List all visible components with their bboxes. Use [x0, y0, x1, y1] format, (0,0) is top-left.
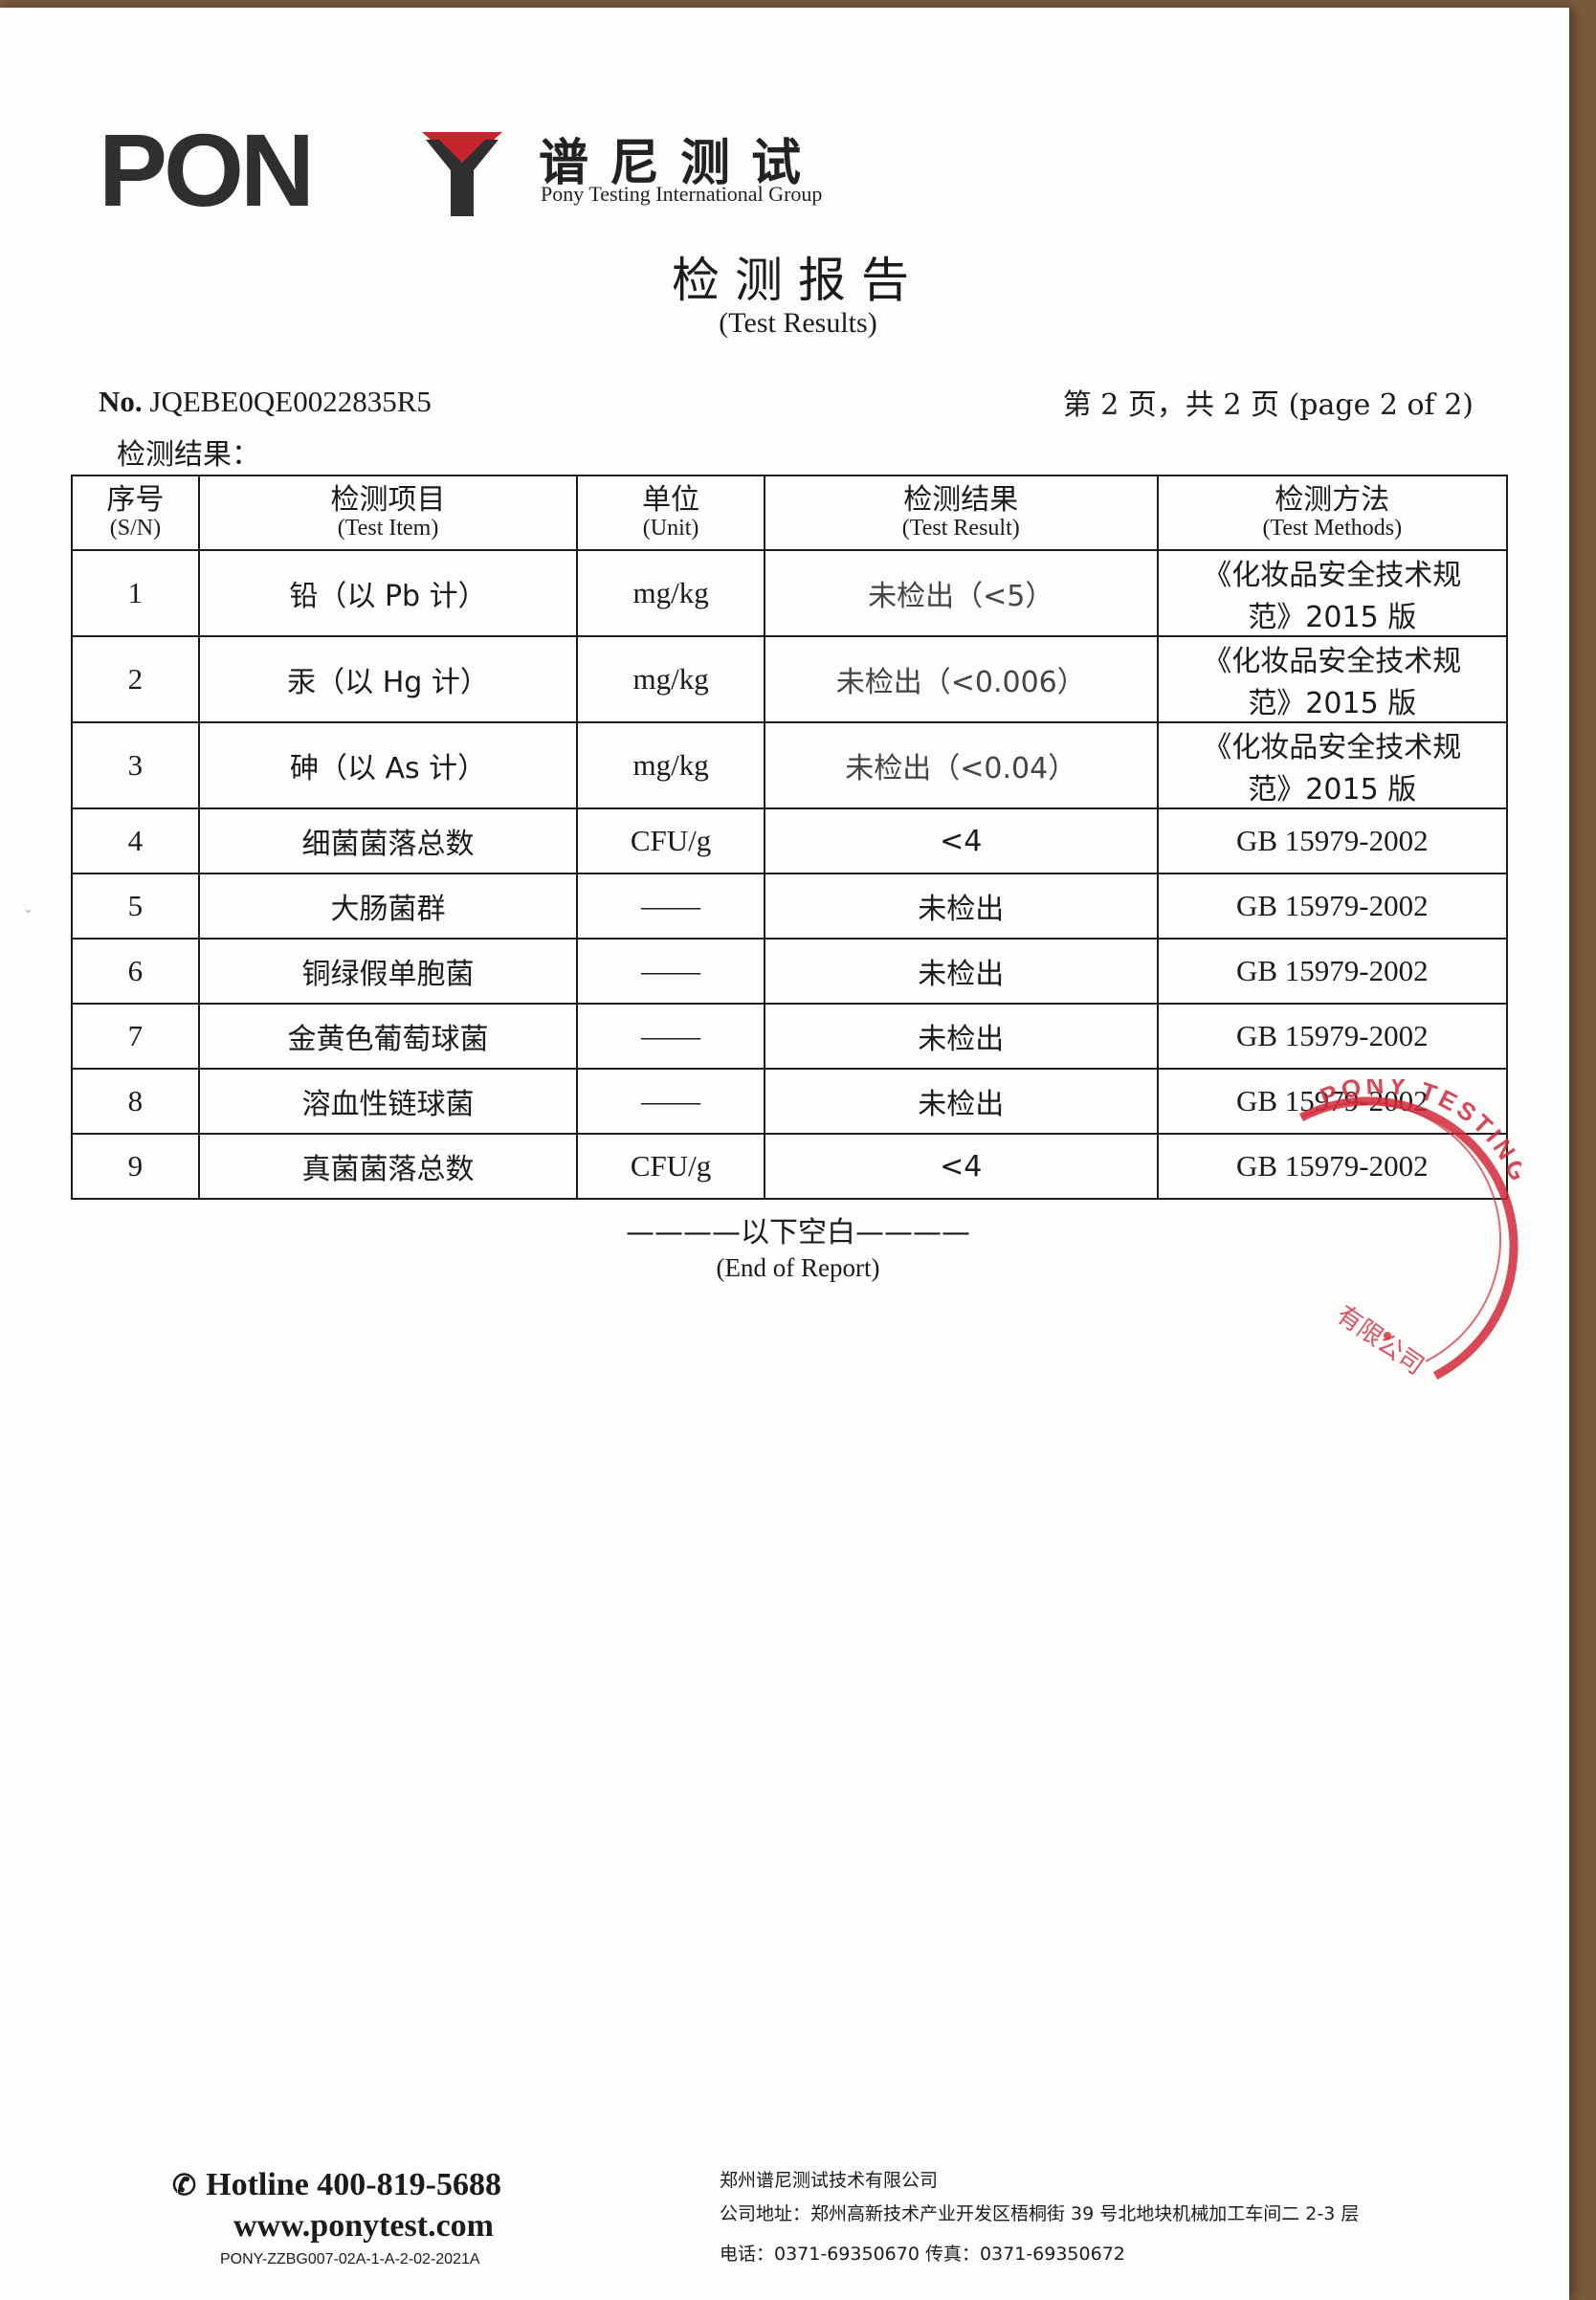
- cell-sn: 6: [71, 938, 200, 1005]
- cell-item: 铜绿假单胞菌: [197, 938, 579, 1005]
- phone-icon: ✆: [172, 2170, 197, 2201]
- company-address: 公司地址：郑州高新技术产业开发区梧桐街 39 号北地块机械加工车间二 2-3 层: [720, 2203, 1360, 2224]
- hotline-text: Hotline 400-819-5688: [206, 2167, 501, 2202]
- table-row: 1 铅（以 Pb 计） mg/kg 未检出（<5） 《化妆品安全技术规 范》201…: [71, 549, 1509, 637]
- table-row: 3 砷（以 As 计） mg/kg 未检出（<0.04） 《化妆品安全技术规 范》…: [71, 721, 1509, 809]
- cell-result: <4: [763, 807, 1159, 874]
- report-number-label: No.: [99, 385, 143, 418]
- cell-unit: CFU/g: [576, 807, 765, 874]
- report-number: No. JQEBE0QE0022835R5: [99, 385, 432, 419]
- cell-sn: 5: [71, 873, 200, 940]
- cell-method: 《化妆品安全技术规 范》2015 版: [1156, 635, 1509, 723]
- form-code: PONY-ZZBG007-02A-1-A-2-02-2021A: [220, 2251, 480, 2267]
- section-label: 检测结果：: [117, 438, 260, 472]
- cell-item: 溶血性链球菌: [197, 1068, 579, 1135]
- cell-result: <4: [763, 1133, 1159, 1200]
- logo-wordmark: PON: [99, 112, 315, 228]
- company-name: 郑州谱尼测试技术有限公司: [720, 2170, 939, 2191]
- logo-english-name: Pony Testing International Group: [541, 182, 823, 206]
- cell-method: GB 15979-2002: [1156, 873, 1509, 940]
- cell-unit: ——: [576, 1068, 765, 1135]
- cell-item: 细菌菌落总数: [197, 807, 579, 874]
- table-row: 5 大肠菌群 —— 未检出 GB 15979-2002: [71, 873, 1509, 940]
- table-row: 2 汞（以 Hg 计） mg/kg 未检出（<0.006） 《化妆品安全技术规范…: [71, 635, 1509, 723]
- cell-sn: 4: [71, 807, 200, 874]
- cell-sn: 9: [71, 1133, 200, 1200]
- cell-unit: CFU/g: [576, 1133, 765, 1200]
- cell-sn: 7: [71, 1003, 200, 1070]
- header-sn: 序号 (S/N): [71, 475, 200, 551]
- cell-method: 《化妆品安全技术规 范》2015 版: [1156, 549, 1509, 637]
- logo-y-mark: [422, 132, 502, 216]
- table-row: 7 金黄色葡萄球菌 —— 未检出 GB 15979-2002: [71, 1003, 1509, 1070]
- table-header-row: 序号 (S/N) 检测项目 (Test Item) 单位 (Unit) 检测结果 (Te…: [71, 475, 1509, 551]
- company-phone-fax: 电话：0371-69350670 传真：0371-69350672: [720, 2244, 1125, 2265]
- report-subtitle: (Test Results): [719, 307, 877, 339]
- cell-sn: 3: [71, 721, 200, 809]
- cell-result: 未检出（<5）: [763, 549, 1159, 637]
- cell-method: GB 15979-2002: [1156, 938, 1509, 1005]
- cell-method: GB 15979-2002: [1156, 1003, 1509, 1070]
- cell-item: 汞（以 Hg 计）: [197, 635, 579, 723]
- cell-unit: mg/kg: [576, 549, 765, 637]
- cell-sn: 8: [71, 1068, 200, 1135]
- report-page: PON 谱尼测试 Pony Testing International Grou…: [0, 8, 1569, 2300]
- report-title: 检测报告: [672, 253, 924, 308]
- cell-sn: 1: [71, 549, 200, 637]
- report-number-value: JQEBE0QE0022835R5: [149, 385, 432, 418]
- cell-unit: mg/kg: [576, 721, 765, 809]
- cell-item: 金黄色葡萄球菌: [197, 1003, 579, 1070]
- seal-inner-text: 有限公司: [1331, 1300, 1429, 1381]
- cell-result: 未检出: [763, 1068, 1159, 1135]
- cell-item: 真菌菌落总数: [197, 1133, 579, 1200]
- table-row: 4 细菌菌落总数 CFU/g <4 GB 15979-2002: [71, 807, 1509, 874]
- company-seal-stamp: PONY TESTING 有限公司: [1298, 1079, 1521, 1381]
- header-unit: 单位 (Unit): [576, 475, 765, 551]
- page-info: 第 2 页，共 2 页 (page 2 of 2): [1062, 388, 1474, 422]
- cell-unit: ——: [576, 1003, 765, 1070]
- cell-result: 未检出: [763, 873, 1159, 940]
- cell-result: 未检出（<0.006）: [763, 635, 1159, 723]
- cell-item: 砷（以 As 计）: [197, 721, 579, 809]
- cell-unit: ——: [576, 873, 765, 940]
- cell-unit: mg/kg: [576, 635, 765, 723]
- table-row: 6 铜绿假单胞菌 —— 未检出 GB 15979-2002: [71, 938, 1509, 1005]
- cell-result: 未检出（<0.04）: [763, 721, 1159, 809]
- header-method: 检测方法 (Test Methods): [1156, 475, 1509, 551]
- cell-method: GB 15979-2002: [1156, 807, 1509, 874]
- cell-sn: 2: [71, 635, 200, 723]
- cell-item: 大肠菌群: [197, 873, 579, 940]
- cell-item: 铅（以 Pb 计）: [197, 549, 579, 637]
- cell-result: 未检出: [763, 1003, 1159, 1070]
- cell-method: 《化妆品安全技术规 范》2015 版: [1156, 721, 1509, 809]
- header-item: 检测项目 (Test Item): [197, 475, 579, 551]
- hotline: ✆ Hotline 400-819-5688: [172, 2167, 501, 2203]
- cell-result: 未检出: [763, 938, 1159, 1005]
- margin-mark: ᵕ: [26, 904, 31, 920]
- website: www.ponytest.com: [233, 2208, 494, 2244]
- header-result: 检测结果 (Test Result): [763, 475, 1159, 551]
- cell-unit: ——: [576, 938, 765, 1005]
